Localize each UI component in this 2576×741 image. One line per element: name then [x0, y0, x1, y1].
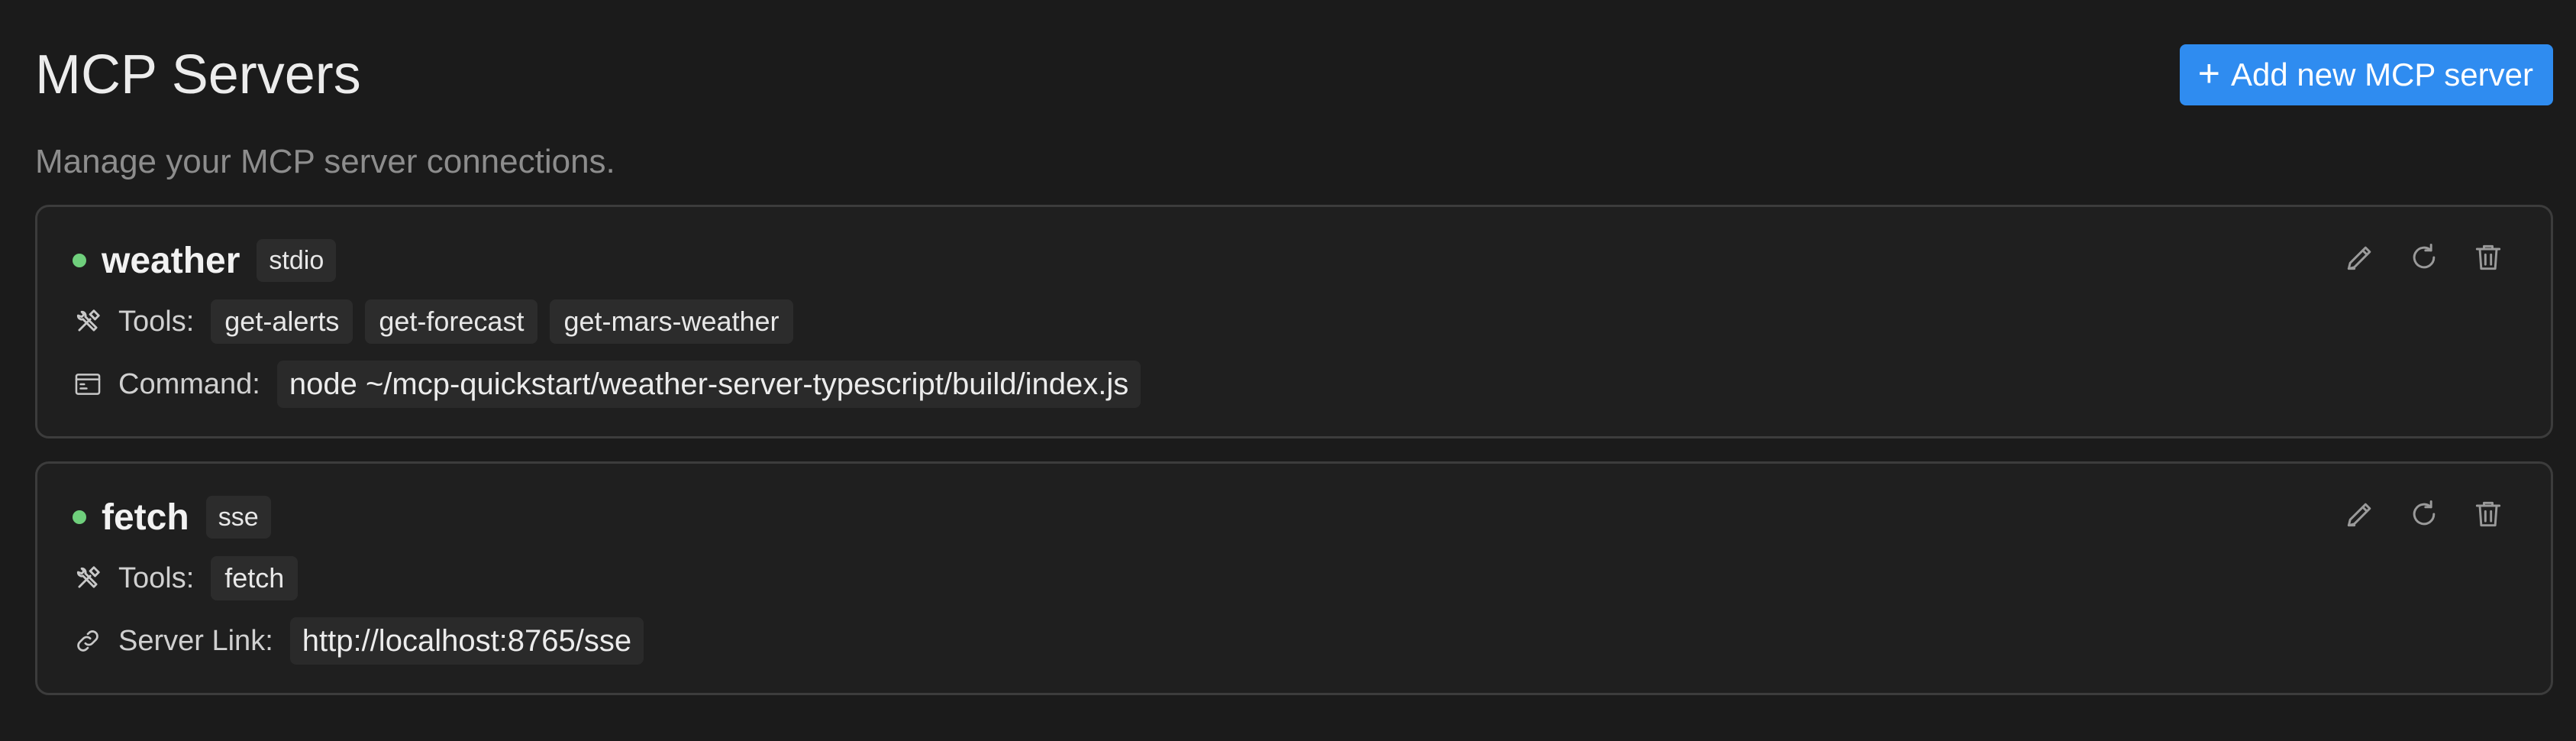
server-name: weather — [102, 240, 240, 281]
tools-icon — [73, 563, 103, 594]
trash-icon[interactable] — [2471, 241, 2505, 274]
mcp-servers-page: MCP Servers Manage your MCP server conne… — [0, 0, 2576, 741]
tool-chip: get-forecast — [365, 299, 538, 344]
terminal-icon — [73, 369, 103, 400]
server-card-weather: weather stdio Tools: get-alerts get-fore… — [35, 205, 2553, 438]
server-title-row: fetch sse — [73, 487, 271, 548]
pencil-icon[interactable] — [2343, 241, 2377, 274]
add-mcp-server-button[interactable]: + Add new MCP server — [2179, 44, 2553, 105]
card-actions — [2343, 497, 2505, 531]
status-indicator — [73, 510, 86, 524]
tool-chip: fetch — [211, 556, 299, 600]
refresh-icon[interactable] — [2407, 241, 2441, 274]
status-indicator — [73, 254, 86, 267]
server-link-row: Server Link: http://localhost:8765/sse — [73, 616, 644, 665]
server-link-value[interactable]: http://localhost:8765/sse — [289, 617, 644, 665]
transport-badge: sse — [205, 496, 271, 539]
server-command-row: Command: node ~/mcp-quickstart/weather-s… — [73, 360, 1141, 409]
add-mcp-server-label: Add new MCP server — [2230, 57, 2533, 92]
server-link-label: Server Link: — [118, 624, 273, 657]
plus-icon: + — [2197, 52, 2220, 95]
tool-chip: get-mars-weather — [550, 299, 793, 344]
page-header: MCP Servers Manage your MCP server conne… — [35, 0, 2553, 180]
pencil-icon[interactable] — [2343, 497, 2377, 531]
page-title: MCP Servers — [35, 44, 361, 105]
link-icon — [73, 626, 103, 656]
command-value: node ~/mcp-quickstart/weather-server-typ… — [276, 361, 1141, 408]
tools-icon — [73, 306, 103, 337]
server-tools-row: Tools: fetch — [73, 554, 299, 603]
card-actions — [2343, 241, 2505, 274]
tools-label: Tools: — [118, 305, 195, 338]
trash-icon[interactable] — [2471, 497, 2505, 531]
server-card-fetch: fetch sse Tools: fetch Server Link: http… — [35, 461, 2553, 695]
tools-label: Tools: — [118, 561, 195, 594]
server-tools-row: Tools: get-alerts get-forecast get-mars-… — [73, 297, 793, 346]
refresh-icon[interactable] — [2407, 497, 2441, 531]
page-subtitle: Manage your MCP server connections. — [35, 143, 615, 180]
server-title-row: weather stdio — [73, 230, 337, 291]
tool-chip: get-alerts — [211, 299, 353, 344]
transport-badge: stdio — [257, 239, 337, 282]
command-label: Command: — [118, 367, 260, 400]
server-name: fetch — [102, 497, 189, 538]
